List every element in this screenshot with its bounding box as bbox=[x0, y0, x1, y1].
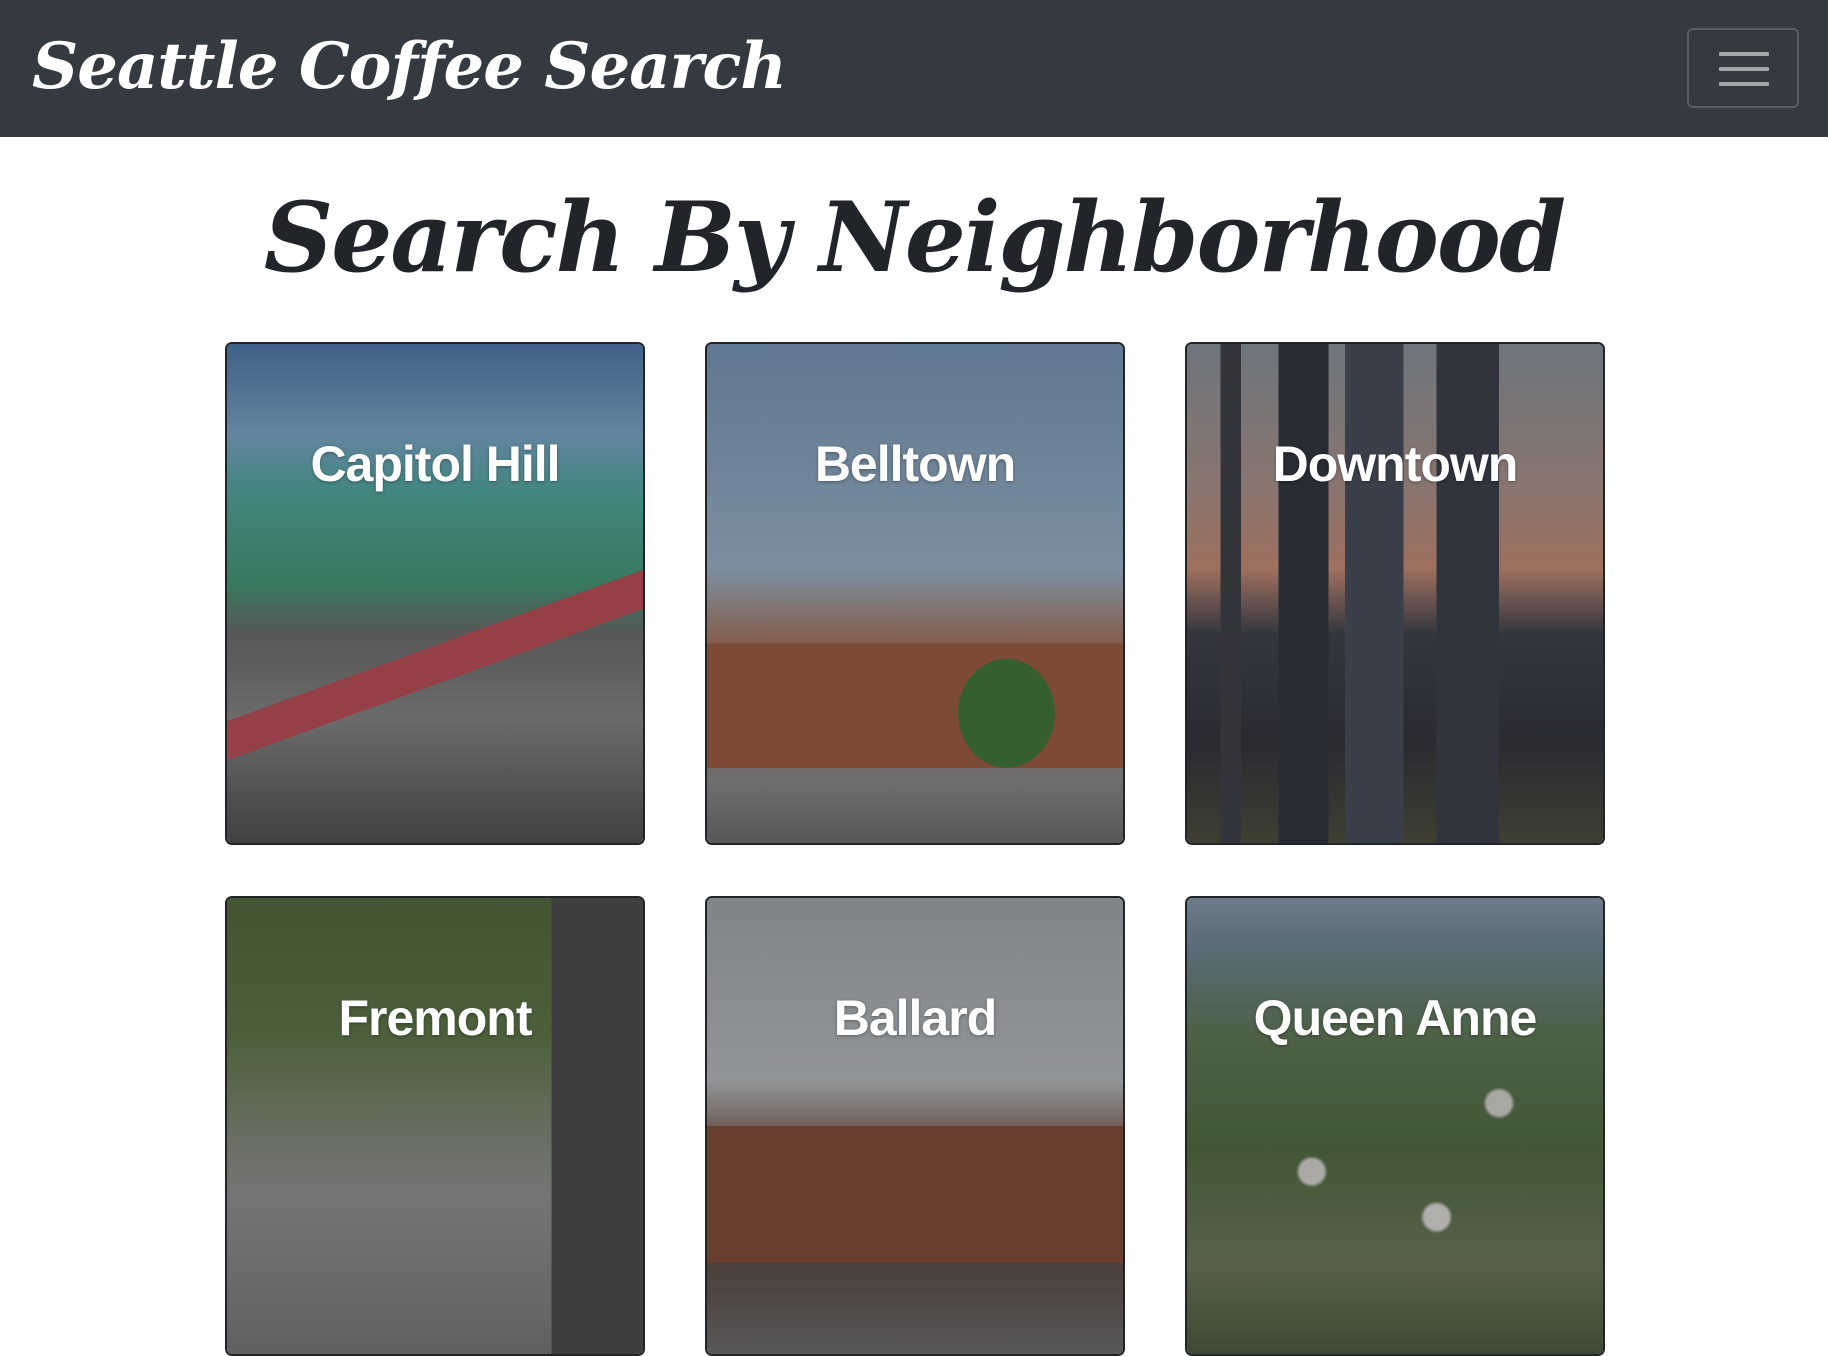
neighborhood-card-title: Ballard bbox=[833, 990, 998, 1046]
brand-logo-text[interactable]: Seattle Coffee Search bbox=[32, 22, 787, 112]
neighborhood-card-title: Fremont bbox=[338, 990, 533, 1046]
photo-overlay bbox=[707, 344, 1123, 843]
neighborhood-card-title: Belltown bbox=[814, 436, 1016, 492]
hamburger-bar bbox=[1719, 82, 1769, 86]
neighborhood-card-fremont[interactable]: Fremont bbox=[225, 896, 645, 1356]
neighborhood-card-title: Downtown bbox=[1272, 436, 1519, 492]
hamburger-menu-icon bbox=[1719, 50, 1769, 88]
neighborhood-card-downtown[interactable]: Downtown bbox=[1185, 342, 1605, 845]
neighborhood-card-title: Capitol Hill bbox=[310, 436, 560, 492]
neighborhood-card-capitol-hill[interactable]: Capitol Hill bbox=[225, 342, 645, 845]
navbar: Seattle Coffee Search bbox=[0, 0, 1828, 137]
navbar-toggle-button[interactable] bbox=[1687, 28, 1799, 108]
neighborhood-card-queen-anne[interactable]: Queen Anne bbox=[1185, 896, 1605, 1356]
neighborhood-card-ballard[interactable]: Ballard bbox=[705, 896, 1125, 1356]
hamburger-bar bbox=[1719, 52, 1769, 56]
page-title: Search By Neighborhood bbox=[263, 181, 1566, 294]
hamburger-bar bbox=[1719, 67, 1769, 71]
photo-overlay bbox=[1187, 344, 1603, 843]
photo-overlay bbox=[1187, 898, 1603, 1354]
photo-overlay bbox=[227, 898, 643, 1354]
photo-overlay bbox=[707, 898, 1123, 1354]
photo-overlay bbox=[227, 344, 643, 843]
neighborhood-card-belltown[interactable]: Belltown bbox=[705, 342, 1125, 845]
neighborhood-card-title: Queen Anne bbox=[1253, 990, 1538, 1046]
